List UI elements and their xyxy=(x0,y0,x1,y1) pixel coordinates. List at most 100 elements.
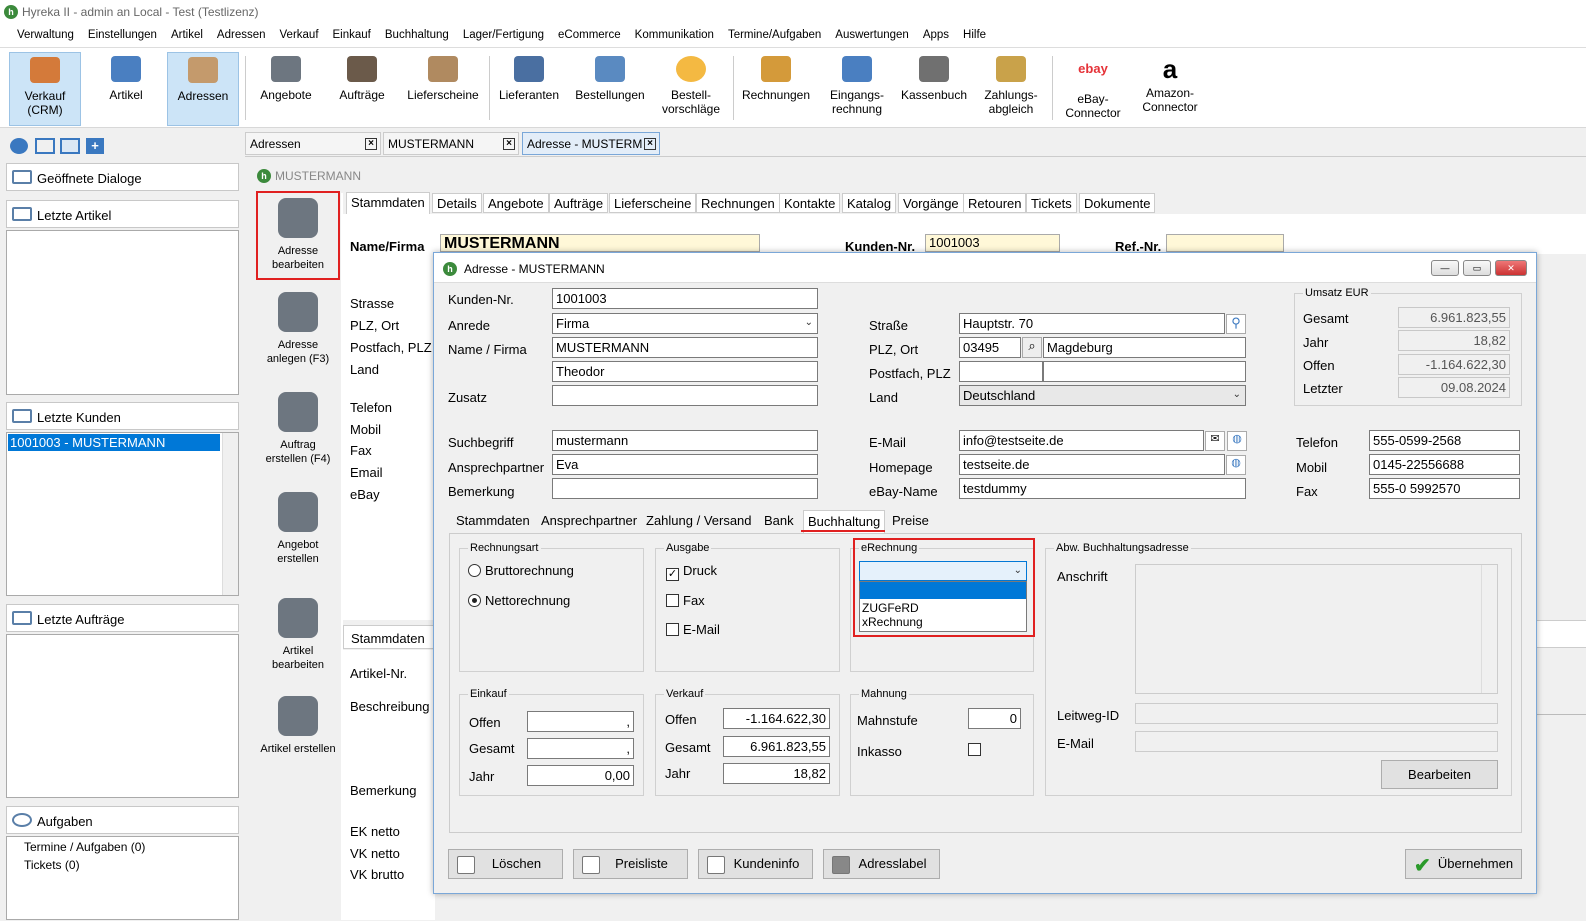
ribbon-eingangsrechnung-button[interactable]: Eingangs- rechnung xyxy=(821,52,893,116)
ebay-name-input[interactable]: testdummy xyxy=(959,478,1246,499)
menu-einkauf[interactable]: Einkauf xyxy=(326,24,378,47)
kundeninfo-button[interactable]: Kundeninfo xyxy=(698,849,813,879)
name2-input[interactable]: Theodor xyxy=(552,361,818,382)
leitweg-id-input[interactable] xyxy=(1135,703,1498,724)
tree-item-tickets[interactable]: Tickets (0) xyxy=(24,858,80,872)
email-input[interactable]: info@testseite.de xyxy=(959,430,1204,451)
mail-icon[interactable]: ✉ xyxy=(1205,431,1225,451)
subtab-lieferscheine[interactable]: Lieferscheine xyxy=(609,193,697,213)
menu-verkauf[interactable]: Verkauf xyxy=(273,24,326,47)
ribbon-lieferanten-button[interactable]: Lieferanten xyxy=(493,52,565,102)
ribbon-kassenbuch-button[interactable]: Kassenbuch xyxy=(897,52,971,102)
globe-icon[interactable]: ◍ xyxy=(1226,455,1246,475)
tab-preise[interactable]: Preise xyxy=(888,510,933,532)
aufgaben-header[interactable]: Aufgaben xyxy=(6,806,239,834)
subtab-details[interactable]: Details xyxy=(432,193,482,213)
subtab-auftraege[interactable]: Aufträge xyxy=(549,193,609,213)
ribbon-amazon-button[interactable]: a Amazon- Connector xyxy=(1134,52,1206,114)
uebernehmen-button[interactable]: ✔ Übernehmen xyxy=(1405,849,1522,879)
ref-nr-field[interactable] xyxy=(1166,234,1284,252)
ribbon-rechnungen-button[interactable]: Rechnungen xyxy=(737,52,815,102)
map-pin-icon[interactable]: ⚲ xyxy=(1226,314,1246,334)
list-item[interactable]: 1001003 - MUSTERMANN xyxy=(8,434,220,451)
close-button[interactable]: ✕ xyxy=(1495,260,1527,276)
subtab-vorgaenge[interactable]: Vorgänge xyxy=(898,193,964,213)
geoeffnete-dialoge-header[interactable]: Geöffnete Dialoge xyxy=(6,163,239,191)
subtab-tickets[interactable]: Tickets xyxy=(1026,193,1077,213)
letzte-auftraege-list[interactable] xyxy=(6,634,239,798)
subtab-retouren[interactable]: Retouren xyxy=(963,193,1027,213)
strasse-input[interactable]: Hauptstr. 70 xyxy=(959,313,1225,334)
artikel-erstellen-button[interactable]: Artikel erstellen xyxy=(258,696,338,756)
ribbon-bestellungen-button[interactable]: Bestellungen xyxy=(570,52,650,102)
letzte-auftraege-header[interactable]: Letzte Aufträge xyxy=(6,604,239,632)
ribbon-auftraege-button[interactable]: Aufträge xyxy=(326,52,398,102)
ribbon-angebote-button[interactable]: Angebote xyxy=(250,52,322,102)
letzte-kunden-header[interactable]: Letzte Kunden xyxy=(6,402,239,430)
doctab-adresse-mustermann[interactable]: Adresse - MUSTERM × xyxy=(522,132,660,155)
menu-artikel[interactable]: Artikel xyxy=(164,24,210,47)
adresslabel-button[interactable]: Adresslabel xyxy=(823,849,940,879)
subtab-angebote[interactable]: Angebote xyxy=(483,193,549,213)
einkauf-gesamt-input[interactable]: , xyxy=(527,738,634,759)
subtab-stammdaten-2[interactable]: Stammdaten xyxy=(343,625,435,649)
bruttorechnung-radio[interactable]: Bruttorechnung xyxy=(468,563,574,578)
menu-lager[interactable]: Lager/Fertigung xyxy=(456,24,551,47)
letzte-kunden-list[interactable]: 1001003 - MUSTERMANN xyxy=(6,432,239,596)
menu-ecommerce[interactable]: eCommerce xyxy=(551,24,628,47)
doctab-mustermann[interactable]: MUSTERMANN × xyxy=(383,132,519,155)
name1-input[interactable]: MUSTERMANN xyxy=(552,337,818,358)
preisliste-button[interactable]: Preisliste xyxy=(573,849,688,879)
mobil-input[interactable]: 0145-22556688 xyxy=(1369,454,1520,475)
info-icon[interactable] xyxy=(10,138,28,154)
tree-item-termine[interactable]: Termine / Aufgaben (0) xyxy=(24,840,145,854)
subtab-dokumente[interactable]: Dokumente xyxy=(1079,193,1156,213)
inkasso-checkbox[interactable] xyxy=(968,743,981,756)
window-icon[interactable] xyxy=(35,138,55,154)
druck-checkbox[interactable]: ✓ Druck xyxy=(666,563,717,581)
abw-email-input[interactable] xyxy=(1135,731,1498,752)
nettorechnung-radio[interactable]: Nettorechnung xyxy=(468,593,570,608)
subtab-kontakte[interactable]: Kontakte xyxy=(779,193,841,213)
ribbon-artikel-button[interactable]: Artikel xyxy=(90,52,162,102)
ansprechpartner-input[interactable]: Eva xyxy=(552,454,818,475)
auftrag-erstellen-button[interactable]: Auftrag erstellen (F4) xyxy=(258,392,338,466)
tab-bank[interactable]: Bank xyxy=(760,510,798,532)
letzte-artikel-list[interactable] xyxy=(6,230,239,395)
menu-kommunikation[interactable]: Kommunikation xyxy=(628,24,721,47)
scrollbar[interactable] xyxy=(222,433,238,595)
letzte-artikel-header[interactable]: Letzte Artikel xyxy=(6,200,239,228)
fax-input[interactable]: 555-0 5992570 xyxy=(1369,478,1520,499)
close-icon[interactable]: × xyxy=(644,138,656,150)
subtab-stammdaten[interactable]: Stammdaten xyxy=(346,192,430,214)
verkauf-gesamt-input[interactable]: 6.961.823,55 xyxy=(723,736,830,757)
zusatz-input[interactable] xyxy=(552,385,818,406)
menu-hilfe[interactable]: Hilfe xyxy=(956,24,993,47)
anschrift-textarea[interactable] xyxy=(1135,564,1498,694)
einkauf-jahr-input[interactable]: 0,00 xyxy=(527,765,634,786)
tab-zahlung-versand[interactable]: Zahlung / Versand xyxy=(642,510,756,532)
close-icon[interactable]: × xyxy=(503,138,515,150)
menu-auswertungen[interactable]: Auswertungen xyxy=(828,24,916,47)
tab-stammdaten[interactable]: Stammdaten xyxy=(452,510,534,532)
tab-ansprechpartner[interactable]: Ansprechpartner xyxy=(537,510,642,532)
postfach-input[interactable] xyxy=(959,361,1043,382)
menu-buchhaltung[interactable]: Buchhaltung xyxy=(378,24,456,47)
kunden-nr-input[interactable]: 1001003 xyxy=(552,288,818,309)
suchbegriff-input[interactable]: mustermann xyxy=(552,430,818,451)
maximize-button[interactable]: ▭ xyxy=(1463,260,1491,276)
add-icon[interactable]: + xyxy=(86,138,104,154)
plz-input[interactable]: 03495 xyxy=(959,337,1021,358)
homepage-input[interactable]: testseite.de xyxy=(959,454,1225,475)
menu-einstellungen[interactable]: Einstellungen xyxy=(81,24,164,47)
adresse-anlegen-button[interactable]: Adresse anlegen (F3) xyxy=(258,292,338,366)
ribbon-verkauf-button[interactable]: Verkauf (CRM) xyxy=(9,52,81,126)
menu-termine[interactable]: Termine/Aufgaben xyxy=(721,24,828,47)
loeschen-button[interactable]: Löschen xyxy=(448,849,563,879)
close-icon[interactable]: × xyxy=(365,138,377,150)
menu-adressen[interactable]: Adressen xyxy=(210,24,273,47)
doctab-adressen[interactable]: Adressen × xyxy=(245,132,381,155)
verkauf-offen-input[interactable]: -1.164.622,30 xyxy=(723,708,830,729)
fax-checkbox[interactable]: Fax xyxy=(666,593,705,608)
search-icon[interactable]: ⌕ xyxy=(1022,337,1042,358)
